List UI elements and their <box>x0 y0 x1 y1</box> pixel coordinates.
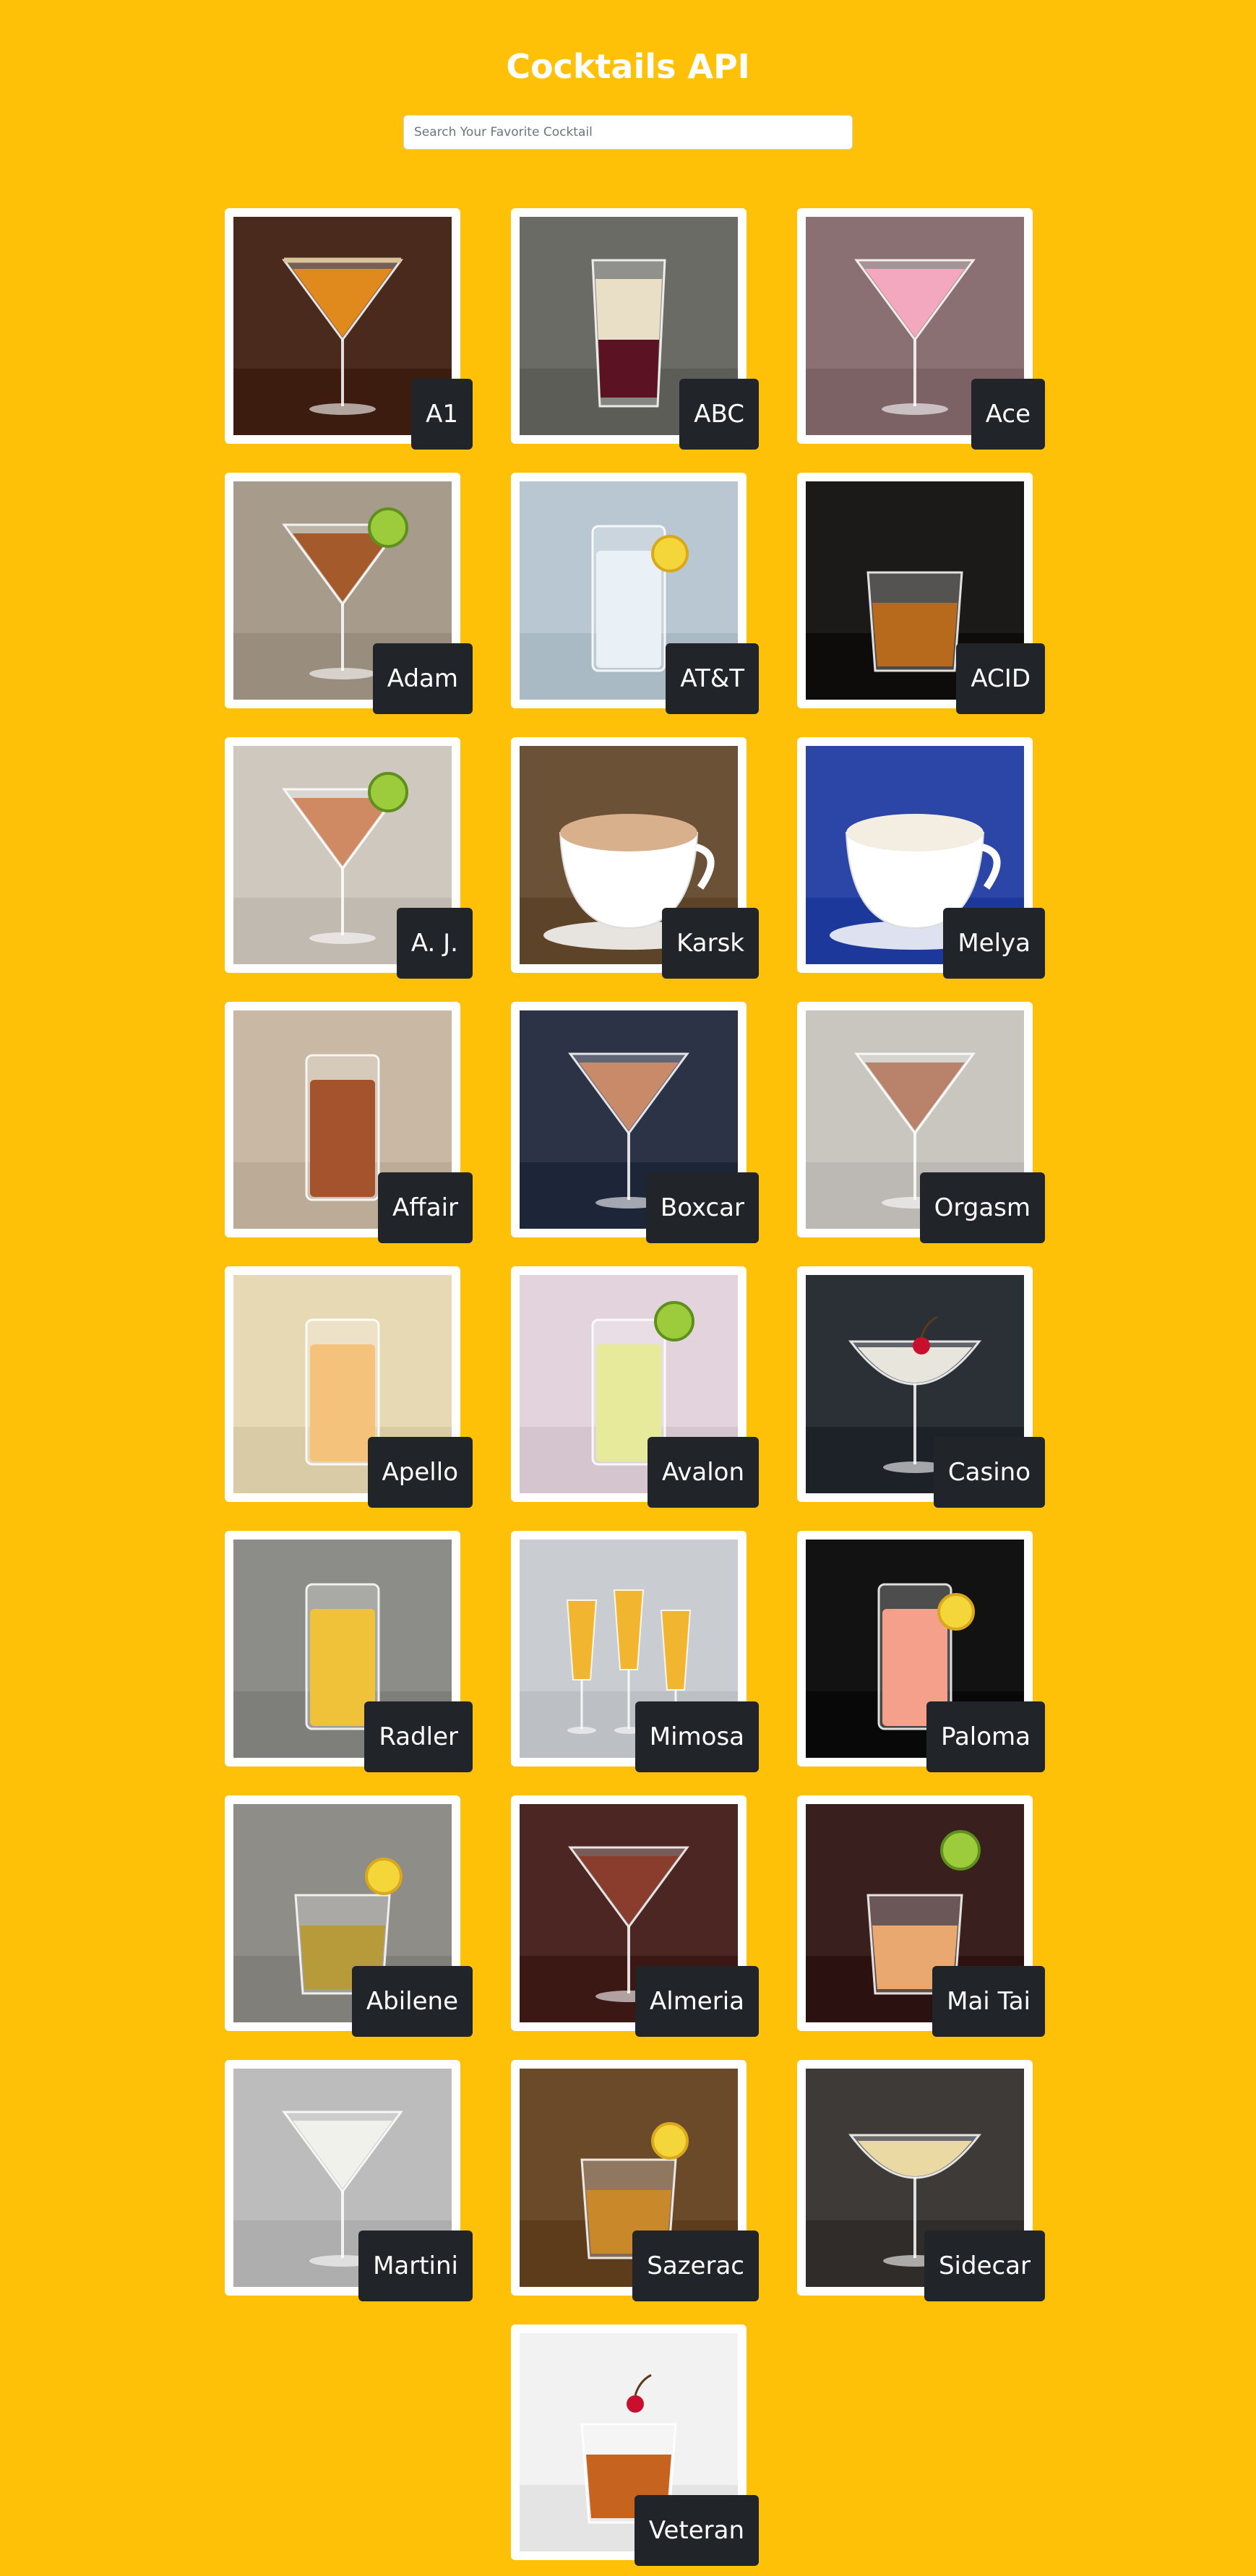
cocktail-card[interactable]: Abilene <box>225 1795 473 2037</box>
cocktail-card[interactable]: ABC <box>511 208 759 450</box>
cocktail-name-label: Mimosa <box>635 1701 759 1772</box>
cocktail-card[interactable]: Avalon <box>511 1266 759 1508</box>
cocktail-name-label: Affair <box>378 1172 473 1243</box>
cocktail-card[interactable]: Adam <box>225 473 473 714</box>
cocktail-name-label: Orgasm <box>919 1172 1045 1243</box>
cocktail-name-label: Sazerac <box>632 2231 759 2301</box>
cocktail-name-label: Ace <box>971 379 1045 450</box>
cocktail-name-label: A. J. <box>396 908 473 979</box>
cocktail-name-label: ABC <box>679 379 759 450</box>
cocktail-card[interactable]: Casino <box>797 1266 1045 1508</box>
cocktail-card[interactable]: Martini <box>225 2060 473 2301</box>
cocktail-card[interactable]: Radler <box>225 1531 473 1772</box>
cocktail-name-label: Casino <box>933 1437 1045 1508</box>
cocktail-name-label: A1 <box>411 379 473 450</box>
cocktail-card[interactable]: Paloma <box>797 1531 1045 1772</box>
cocktail-name-label: Mai Tai <box>932 1966 1045 2037</box>
cocktail-name-label: ACID <box>956 643 1045 714</box>
cocktail-card[interactable]: Veteran <box>511 2324 759 2566</box>
cocktail-name-label: AT&T <box>666 643 759 714</box>
cocktail-card[interactable]: A. J. <box>225 737 473 979</box>
cocktail-name-label: Sidecar <box>924 2231 1045 2301</box>
cocktail-name-label: Adam <box>372 643 473 714</box>
cocktail-card[interactable]: Affair <box>225 1002 473 1243</box>
cocktail-name-label: Melya <box>943 908 1045 979</box>
cocktail-name-label: Paloma <box>926 1701 1045 1772</box>
cocktail-card[interactable]: Sidecar <box>797 2060 1045 2301</box>
cocktail-card[interactable]: Apello <box>225 1266 473 1508</box>
cocktail-name-label: Radler <box>364 1701 473 1772</box>
cocktail-name-label: Avalon <box>647 1437 759 1508</box>
cocktail-card[interactable]: Mimosa <box>511 1531 759 1772</box>
cocktail-card[interactable]: Almeria <box>511 1795 759 2037</box>
cocktail-grid: A1 ABC Ace Adam AT&T ACID A. J. Karsk Melya Affai… <box>0 0 1256 2576</box>
cocktail-card[interactable]: Karsk <box>511 737 759 979</box>
cocktail-card[interactable]: A1 <box>225 208 473 450</box>
cocktail-card[interactable]: Mai Tai <box>797 1795 1045 2037</box>
cocktail-card[interactable]: ACID <box>797 473 1045 714</box>
cocktail-card[interactable]: Orgasm <box>797 1002 1045 1243</box>
cocktail-card[interactable]: Boxcar <box>511 1002 759 1243</box>
cocktail-card[interactable]: Ace <box>797 208 1045 450</box>
cocktail-card[interactable]: AT&T <box>511 473 759 714</box>
cocktail-name-label: Apello <box>367 1437 473 1508</box>
cocktail-name-label: Boxcar <box>645 1172 759 1243</box>
cocktail-name-label: Veteran <box>634 2495 759 2566</box>
cocktail-name-label: Abilene <box>351 1966 473 2037</box>
cocktail-name-label: Karsk <box>662 908 759 979</box>
cocktail-name-label: Almeria <box>635 1966 759 2037</box>
cocktail-card[interactable]: Sazerac <box>511 2060 759 2301</box>
cocktail-card[interactable]: Melya <box>797 737 1045 979</box>
cocktail-name-label: Martini <box>358 2231 473 2301</box>
